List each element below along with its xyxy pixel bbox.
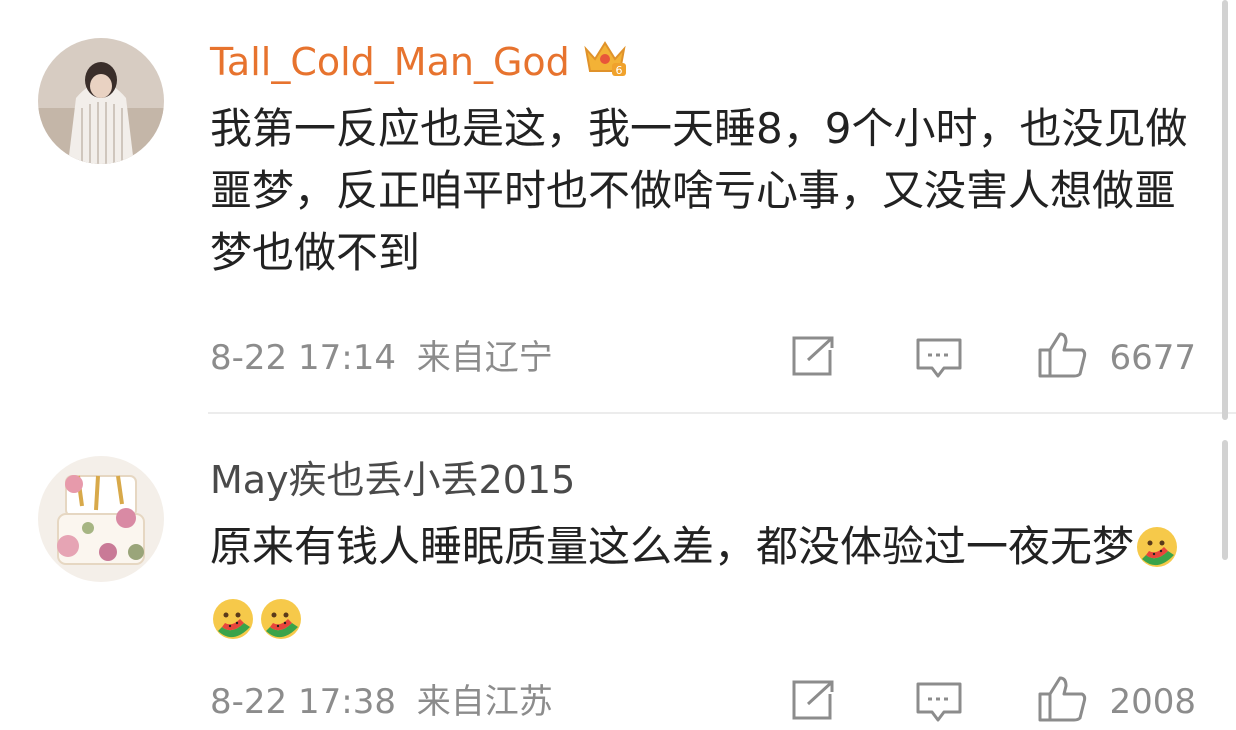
timestamp: 8-22 17:38 [210, 682, 396, 722]
username[interactable]: May疾也丢小丢2015 [210, 458, 575, 502]
comment-meta: 8-22 17:14 来自辽宁 [210, 338, 553, 378]
eating-watermelon-emoji [1134, 525, 1180, 588]
share-icon[interactable] [790, 678, 838, 726]
thumbs-up-icon[interactable] [1036, 330, 1090, 384]
like-count: 6677 [1109, 338, 1196, 378]
like-count: 2008 [1109, 682, 1196, 722]
username[interactable]: Tall_Cold_Man_God 6 [210, 40, 628, 86]
scrollbar[interactable] [1222, 0, 1228, 420]
timestamp: 8-22 17:14 [210, 338, 396, 378]
scrollbar-thumb[interactable] [1222, 440, 1228, 560]
location: 来自辽宁 [416, 338, 553, 378]
crown-icon: 6 [582, 37, 628, 86]
comment-text-content: 原来有钱人睡眠质量这么差，都没体验过一夜无梦 [210, 522, 1135, 571]
svg-text:6: 6 [615, 64, 622, 77]
eating-watermelon-emoji [258, 597, 304, 660]
avatar[interactable] [38, 456, 164, 582]
comment-item: May疾也丢小丢2015 原来有钱人睡眠质量这么差，都没体验过一夜无梦 8-22… [0, 414, 1236, 728]
avatar[interactable] [38, 38, 164, 164]
comment-text: 原来有钱人睡眠质量这么差，都没体验过一夜无梦 [210, 516, 1210, 660]
comment-icon[interactable] [914, 336, 964, 386]
eating-watermelon-emoji [210, 597, 256, 660]
thumbs-up-icon[interactable] [1036, 674, 1090, 728]
comment-text: 我第一反应也是这，我一天睡8，9个小时，也没见做噩梦，反正咱平时也不做啥亏心事，… [210, 104, 1188, 277]
comment-item: Tall_Cold_Man_God 6 我第一反应也是这，我一天睡8，9个小时，… [0, 0, 1236, 412]
share-icon[interactable] [790, 334, 838, 382]
comment-meta: 8-22 17:38 来自江苏 [210, 682, 553, 722]
comment-icon[interactable] [914, 680, 964, 730]
username-text[interactable]: Tall_Cold_Man_God [210, 40, 570, 84]
location: 来自江苏 [416, 682, 553, 722]
